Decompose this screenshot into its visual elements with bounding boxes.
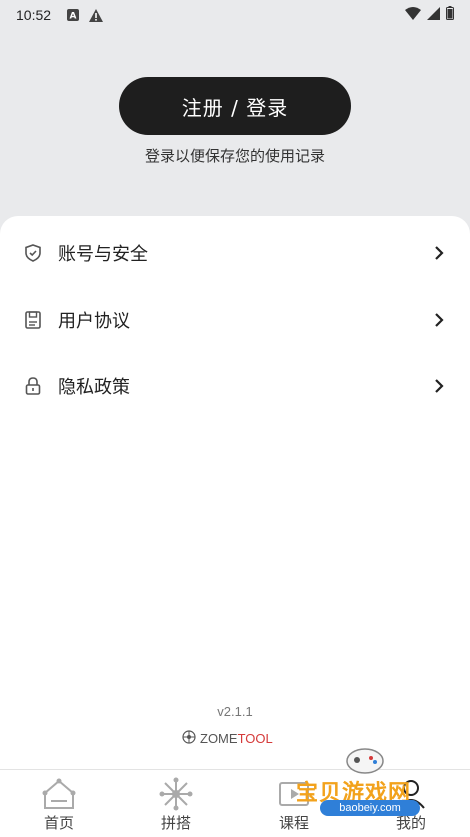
watermark-url: baobeiy.com (320, 800, 420, 816)
register-login-button[interactable]: 注册 / 登录 (119, 77, 351, 135)
brand-name-main: ZOME (200, 730, 238, 746)
svg-text:A: A (70, 12, 77, 22)
a-notification-icon: A (67, 9, 80, 22)
wifi-icon (405, 6, 421, 24)
tab-label: 拼搭 (160, 814, 191, 832)
menu-item-account-security[interactable]: 账号与安全 (0, 223, 470, 283)
chevron-right-icon (432, 377, 446, 395)
menu-item-user-agreement[interactable]: 用户协议 (0, 290, 470, 350)
chevron-right-icon (432, 244, 446, 262)
warning-icon (89, 8, 104, 22)
menu-item-privacy-policy[interactable]: 隐私政策 (0, 356, 470, 416)
shield-icon (24, 244, 42, 262)
menu-item-label: 隐私政策 (58, 377, 130, 398)
chevron-right-icon (432, 311, 446, 329)
battery-icon (446, 6, 454, 24)
document-icon (24, 311, 42, 329)
build-icon (158, 776, 194, 812)
home-icon (41, 776, 77, 812)
signal-icon (427, 6, 440, 24)
zometool-logo-icon (182, 729, 196, 748)
lock-icon (24, 377, 42, 395)
brand-logo: ZOMETOOL (182, 729, 292, 747)
login-hint: 登录以便保存您的使用记录 (144, 147, 325, 165)
tab-build[interactable]: 拼搭 (131, 770, 221, 837)
status-bar: 10:52 A (0, 0, 470, 30)
login-area: 注册 / 登录 登录以便保存您的使用记录 (0, 30, 470, 216)
menu-item-label: 账号与安全 (58, 244, 148, 265)
status-right (405, 6, 454, 24)
tab-label: 首页 (43, 814, 74, 832)
settings-card: 账号与安全 用户协议 隐私政策 (0, 216, 470, 776)
brand-name: ZOMETOOL (200, 731, 273, 746)
tab-home[interactable]: 首页 (14, 770, 104, 837)
brand-name-accent: TOOL (237, 730, 273, 746)
watermark: 宝贝游戏网 baobeiy.com (290, 745, 450, 830)
app-version: v2.1.1 (217, 704, 253, 719)
menu-item-label: 用户协议 (58, 311, 130, 332)
status-time: 10:52 (16, 7, 52, 23)
